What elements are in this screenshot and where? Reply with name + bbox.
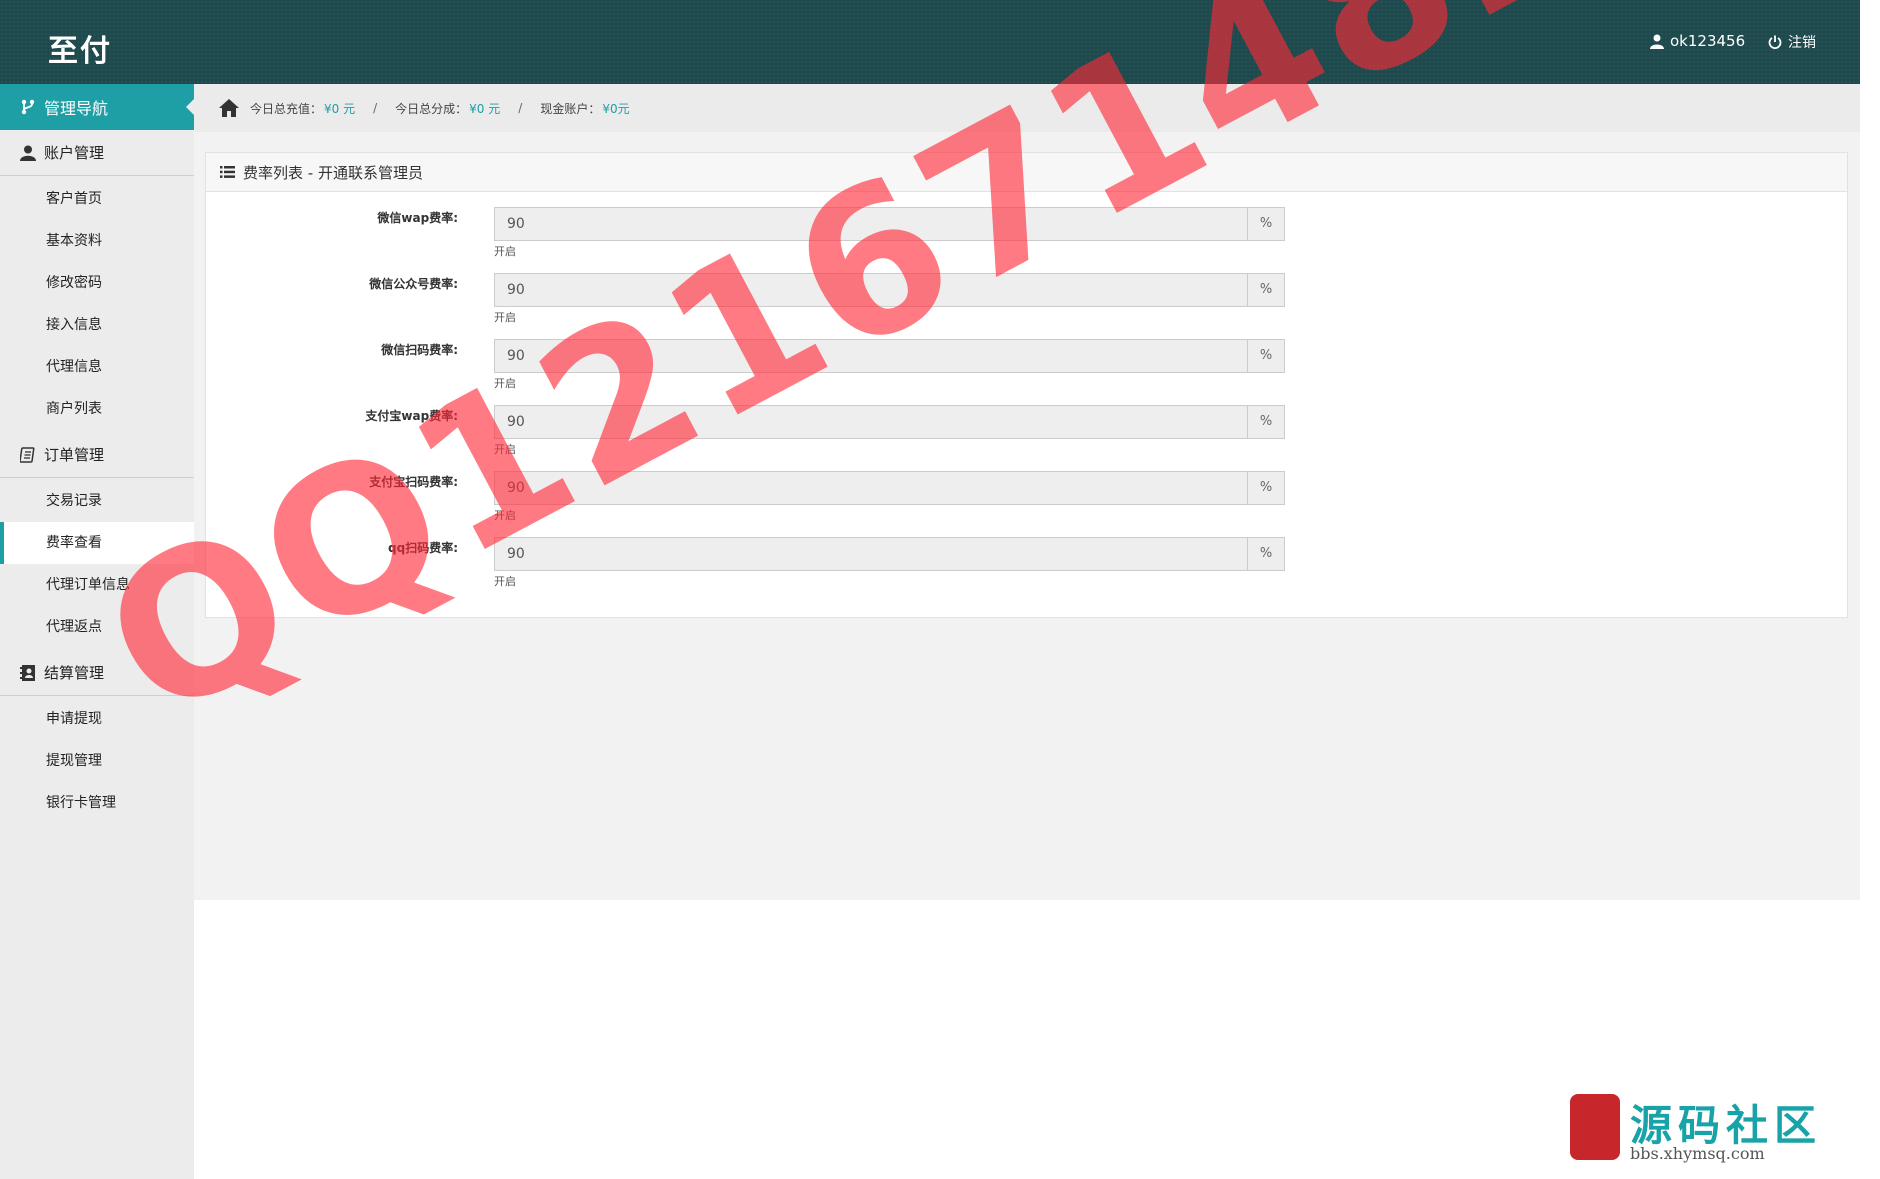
sidebar: 管理导航 账户管理 客户首页 基本资料 修改密码 接入信息 代理信息 商户列表 … — [0, 84, 194, 1179]
today-recharge-label: 今日总充值： — [250, 101, 323, 116]
rate-row: 微信公众号费率: 90 % 开启 — [206, 261, 1306, 324]
rate-input[interactable]: 90 — [494, 339, 1248, 373]
breadcrumb: 今日总充值： ¥0 元 / 今日总分成： ¥0 元 / 现金账户： ¥0元 — [194, 84, 1860, 132]
percent-addon: % — [1247, 339, 1285, 373]
power-icon — [1768, 35, 1782, 49]
sidebar-item-apply-withdraw[interactable]: 申请提现 — [0, 698, 194, 740]
rate-label: 支付宝扫码费率: — [369, 475, 458, 489]
sidebar-group-label: 结算管理 — [44, 664, 105, 682]
rate-input[interactable]: 90 — [494, 537, 1248, 571]
rate-row: 微信wap费率: 90 % 开启 — [206, 195, 1306, 258]
list-icon — [220, 166, 235, 178]
rate-status: 开启 — [494, 311, 516, 324]
rate-label: 微信扫码费率: — [381, 343, 458, 357]
sidebar-item-bank-cards[interactable]: 银行卡管理 — [0, 782, 194, 824]
rate-list-panel: 费率列表 - 开通联系管理员 微信wap费率: 90 % 开启 微信公众号费率:… — [205, 152, 1848, 618]
sidebar-item-access-info[interactable]: 接入信息 — [0, 304, 194, 346]
list-icon — [20, 446, 35, 463]
right-edge — [1860, 0, 1880, 1179]
sidebar-group-settlement[interactable]: 结算管理 — [0, 650, 194, 696]
sidebar-item-rate-view[interactable]: 费率查看 — [0, 522, 194, 564]
top-bar: 至付 ok123456 注销 — [0, 0, 1860, 84]
sidebar-item-basic-info[interactable]: 基本资料 — [0, 220, 194, 262]
sidebar-item-change-password[interactable]: 修改密码 — [0, 262, 194, 304]
brand-logo[interactable]: 至付 — [48, 26, 112, 70]
home-icon[interactable] — [218, 98, 240, 118]
sidebar-group-label: 账户管理 — [44, 144, 105, 162]
sidebar-item-customer-home[interactable]: 客户首页 — [0, 178, 194, 220]
breadcrumb-separator: / — [373, 101, 378, 115]
rate-row: qq扫码费率: 90 % 开启 — [206, 525, 1306, 588]
seal-icon — [1570, 1094, 1620, 1160]
sidebar-group-account[interactable]: 账户管理 — [0, 130, 194, 176]
rate-input[interactable]: 90 — [494, 273, 1248, 307]
rate-row: 支付宝wap费率: 90 % 开启 — [206, 393, 1306, 456]
rate-label: 微信wap费率: — [377, 211, 458, 225]
sidebar-item-agent-info[interactable]: 代理信息 — [0, 346, 194, 388]
cash-account-value: ¥0元 — [602, 101, 630, 116]
sidebar-group-label: 订单管理 — [44, 446, 105, 464]
percent-addon: % — [1247, 207, 1285, 241]
percent-addon: % — [1247, 405, 1285, 439]
today-recharge-value: ¥0 元 — [324, 101, 356, 116]
today-split-value: ¥0 元 — [469, 101, 501, 116]
percent-addon: % — [1247, 273, 1285, 307]
breadcrumb-separator: / — [518, 101, 523, 115]
panel-title: 费率列表 - 开通联系管理员 — [243, 163, 423, 182]
site-logo: 源码社区 bbs.xhymsq.com — [1570, 1088, 1870, 1168]
sidebar-nav-header[interactable]: 管理导航 — [0, 84, 194, 130]
rate-label: 支付宝wap费率: — [365, 409, 458, 423]
sidebar-item-transactions[interactable]: 交易记录 — [0, 480, 194, 522]
sidebar-item-agent-rebate[interactable]: 代理返点 — [0, 606, 194, 648]
username: ok123456 — [1670, 32, 1746, 50]
rate-label: qq扫码费率: — [388, 541, 458, 555]
rate-status: 开启 — [494, 575, 516, 588]
today-split-label: 今日总分成： — [395, 101, 468, 116]
percent-addon: % — [1247, 537, 1285, 571]
sidebar-item-merchant-list[interactable]: 商户列表 — [0, 388, 194, 430]
sidebar-item-agent-orders[interactable]: 代理订单信息 — [0, 564, 194, 606]
percent-addon: % — [1247, 471, 1285, 505]
rate-input[interactable]: 90 — [494, 471, 1248, 505]
branch-icon — [21, 99, 35, 115]
rate-status: 开启 — [494, 509, 516, 522]
rate-status: 开启 — [494, 377, 516, 390]
contact-book-icon — [20, 664, 35, 681]
rate-label: 微信公众号费率: — [369, 277, 458, 291]
panel-header: 费率列表 - 开通联系管理员 — [206, 153, 1847, 192]
rate-status: 开启 — [494, 443, 516, 456]
user-menu[interactable]: ok123456 — [1650, 32, 1745, 50]
site-logo-url: bbs.xhymsq.com — [1630, 1144, 1765, 1163]
user-icon — [20, 145, 36, 161]
rate-input[interactable]: 90 — [494, 207, 1248, 241]
cash-account-label: 现金账户： — [540, 101, 601, 116]
rate-status: 开启 — [494, 245, 516, 258]
user-icon — [1650, 34, 1664, 49]
logout-label: 注销 — [1788, 35, 1816, 51]
rate-input[interactable]: 90 — [494, 405, 1248, 439]
nav-pointer — [186, 99, 194, 115]
main-content: 今日总充值： ¥0 元 / 今日总分成： ¥0 元 / 现金账户： ¥0元 费率… — [194, 84, 1860, 900]
sidebar-nav-title: 管理导航 — [44, 99, 109, 118]
sidebar-item-withdraw-manage[interactable]: 提现管理 — [0, 740, 194, 782]
rate-row: 微信扫码费率: 90 % 开启 — [206, 327, 1306, 390]
logout-button[interactable]: 注销 — [1768, 32, 1816, 52]
rate-row: 支付宝扫码费率: 90 % 开启 — [206, 459, 1306, 522]
sidebar-group-orders[interactable]: 订单管理 — [0, 432, 194, 478]
